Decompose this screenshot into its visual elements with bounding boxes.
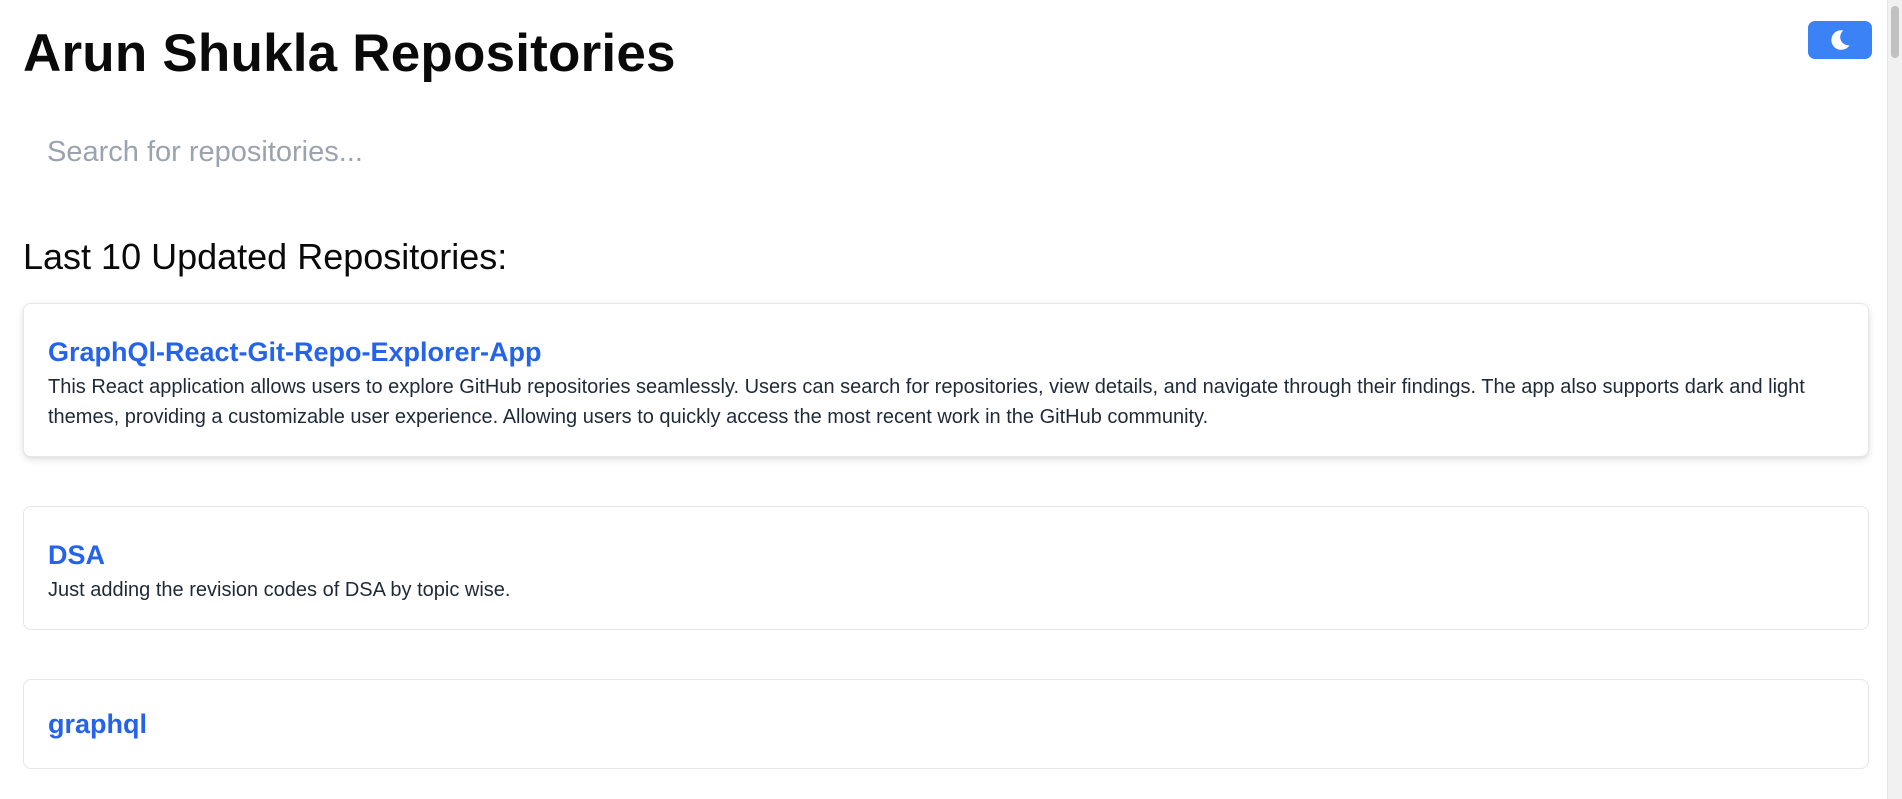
repository-card: graphql [23, 679, 1869, 769]
repository-card: GraphQl-React-Git-Repo-Explorer-App This… [23, 303, 1869, 457]
repository-card: DSA Just adding the revision codes of DS… [23, 506, 1869, 630]
theme-toggle-button[interactable] [1808, 21, 1872, 59]
scrollbar-thumb[interactable] [1891, 6, 1899, 58]
repository-description: This React application allows users to e… [48, 376, 1805, 428]
page: Arun Shukla Repositories Last 10 Updated… [0, 0, 1902, 799]
repository-name-link[interactable]: GraphQl-React-Git-Repo-Explorer-App [48, 334, 542, 370]
page-title: Arun Shukla Repositories [23, 24, 676, 83]
repository-name-link[interactable]: graphql [48, 706, 147, 742]
section-heading: Last 10 Updated Repositories: [23, 236, 508, 277]
repository-list: GraphQl-React-Git-Repo-Explorer-App This… [23, 303, 1869, 799]
repository-description: Just adding the revision codes of DSA by… [48, 579, 511, 601]
vertical-scrollbar[interactable] [1887, 0, 1902, 799]
repository-name-link[interactable]: DSA [48, 537, 105, 573]
search-input[interactable] [23, 128, 1868, 176]
moon-icon [1828, 28, 1852, 52]
